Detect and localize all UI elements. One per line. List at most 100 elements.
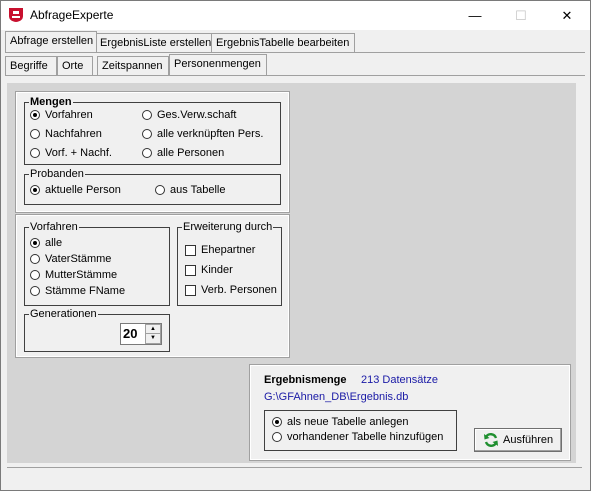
radio-label: Nachfahren <box>45 128 102 140</box>
checkbox-label: Kinder <box>201 264 233 276</box>
radio-indicator <box>272 432 282 442</box>
probanden-legend: Probanden <box>29 167 85 181</box>
mengen-group: Mengen Vorfahren Nachfahren Vorf. + Nach… <box>24 95 281 165</box>
tab-divider <box>5 52 585 53</box>
maximize-button[interactable]: ☐ <box>498 1 544 30</box>
tab-abfrage-erstellen[interactable]: Abfrage erstellen <box>5 31 97 52</box>
radio-indicator <box>30 185 40 195</box>
radio-alle-personen[interactable]: alle Personen <box>142 147 224 159</box>
radio-mutterstaemme[interactable]: MutterStämme <box>30 269 117 281</box>
title-bar: AbfrageExperte — ☐ ✕ <box>1 1 590 30</box>
radio-indicator <box>30 110 40 120</box>
radio-staemme-fname[interactable]: Stämme FName <box>30 285 125 297</box>
radio-label: alle <box>45 237 63 249</box>
radio-aus-tabelle[interactable]: aus Tabelle <box>155 184 225 196</box>
radio-label: VaterStämme <box>45 253 112 265</box>
generationen-value[interactable]: 20 <box>123 326 137 341</box>
radio-aktuelle-person[interactable]: aktuelle Person <box>30 184 121 196</box>
checkbox-label: Verb. Personen <box>201 284 277 296</box>
mengen-legend: Mengen <box>29 95 73 109</box>
erweiterung-legend: Erweiterung durch <box>182 220 274 234</box>
tab-label: ErgebnisListe erstellen <box>100 37 212 49</box>
ausfuehren-button[interactable]: Ausführen <box>474 428 562 452</box>
radio-indicator <box>30 270 40 280</box>
radio-indicator <box>155 185 165 195</box>
radio-label: Vorf. + Nachf. <box>45 147 112 159</box>
radio-indicator <box>30 148 40 158</box>
maximize-icon: ☐ <box>515 7 527 23</box>
radio-label: MutterStämme <box>45 269 118 281</box>
tab-orte[interactable]: Orte <box>57 56 93 75</box>
radio-indicator <box>142 148 152 158</box>
radio-label: aktuelle Person <box>45 184 121 196</box>
tab-label: Begriffe <box>10 60 48 72</box>
erweiterung-group: Erweiterung durch Ehepartner Kinder Verb… <box>177 220 282 306</box>
generationen-group: Generationen 20 ▲ ▼ <box>24 307 170 352</box>
radio-indicator <box>142 110 152 120</box>
radio-label: alle verknüpften Pers. <box>157 128 264 140</box>
checkbox-ehepartner[interactable]: Ehepartner <box>185 244 255 256</box>
radio-vorf-nachf[interactable]: Vorf. + Nachf. <box>30 147 112 159</box>
ergebnis-count: 213 Datensätze <box>361 374 439 386</box>
ergebnis-panel: Ergebnismenge 213 Datensätze G:\GFAhnen_… <box>249 364 571 461</box>
radio-nachfahren[interactable]: Nachfahren <box>30 128 102 140</box>
generationen-stepper[interactable]: 20 ▲ ▼ <box>120 323 162 345</box>
radio-label: Vorfahren <box>45 109 93 121</box>
tab-personenmengen[interactable]: Personenmengen <box>169 54 267 75</box>
radio-vorhandene-tabelle[interactable]: vorhandener Tabelle hinzufügen <box>272 431 443 443</box>
app-window: AbfrageExperte — ☐ ✕ Abfrage erstellen E… <box>0 0 591 491</box>
tab-label: Abfrage erstellen <box>10 35 94 47</box>
radio-indicator <box>30 286 40 296</box>
ausfuehren-label: Ausführen <box>503 434 554 446</box>
tab-ergebnisliste-erstellen[interactable]: ErgebnisListe erstellen <box>95 33 213 52</box>
tab-ergebnistabelle-bearbeiten[interactable]: ErgebnisTabelle bearbeiten <box>211 33 355 52</box>
chevron-down-icon: ▼ <box>150 335 156 341</box>
tab-begriffe[interactable]: Begriffe <box>5 56 57 75</box>
radio-label: Stämme FName <box>45 285 126 297</box>
checkbox-indicator <box>185 284 196 296</box>
minimize-button[interactable]: — <box>452 1 498 30</box>
window-title: AbfrageExperte <box>30 8 114 22</box>
radio-alle[interactable]: alle <box>30 237 62 249</box>
radio-ges-verw-schaft[interactable]: Ges.Verw.schaft <box>142 109 236 121</box>
radio-indicator <box>30 254 40 264</box>
vorfahren-legend: Vorfahren <box>29 220 79 234</box>
ergebnis-title: Ergebnismenge <box>264 374 347 386</box>
tab-label: Zeitspannen <box>102 60 163 72</box>
radio-alle-verknuepften[interactable]: alle verknüpften Pers. <box>142 128 263 140</box>
tab-label: Personenmengen <box>174 58 261 70</box>
radio-indicator <box>272 417 282 427</box>
close-button[interactable]: ✕ <box>544 1 590 30</box>
mengen-panel: Mengen Vorfahren Nachfahren Vorf. + Nach… <box>15 91 290 213</box>
main-tab-strip: Abfrage erstellen ErgebnisListe erstelle… <box>5 31 585 53</box>
ergebnis-options-group: als neue Tabelle anlegen vorhandener Tab… <box>264 410 457 451</box>
content-area: Mengen Vorfahren Nachfahren Vorf. + Nach… <box>7 83 576 463</box>
chevron-up-icon: ▲ <box>150 326 156 332</box>
red-badge-icon <box>9 8 23 22</box>
checkbox-indicator <box>185 244 196 256</box>
radio-label: aus Tabelle <box>170 184 226 196</box>
sub-tab-strip: Begriffe Orte Zeitspannen Personenmengen <box>5 54 585 76</box>
radio-vorfahren[interactable]: Vorfahren <box>30 109 93 121</box>
vorfahren-panel: Vorfahren alle VaterStämme MutterStämme … <box>15 214 290 358</box>
status-bar <box>7 467 582 484</box>
tab-label: ErgebnisTabelle bearbeiten <box>216 37 350 49</box>
refresh-icon <box>484 433 498 447</box>
radio-vaterstaemme[interactable]: VaterStämme <box>30 253 111 265</box>
checkbox-indicator <box>185 264 196 276</box>
subtab-divider <box>5 75 585 76</box>
radio-label: Ges.Verw.schaft <box>157 109 237 121</box>
tab-zeitspannen[interactable]: Zeitspannen <box>97 56 169 75</box>
spin-down-button[interactable]: ▼ <box>145 333 161 344</box>
radio-indicator <box>30 129 40 139</box>
radio-label: vorhandener Tabelle hinzufügen <box>287 431 444 443</box>
checkbox-verb-personen[interactable]: Verb. Personen <box>185 284 277 296</box>
radio-label: alle Personen <box>157 147 225 159</box>
checkbox-kinder[interactable]: Kinder <box>185 264 233 276</box>
probanden-group: Probanden aktuelle Person aus Tabelle <box>24 167 281 205</box>
radio-label: als neue Tabelle anlegen <box>287 416 409 428</box>
checkbox-label: Ehepartner <box>201 244 256 256</box>
radio-neue-tabelle[interactable]: als neue Tabelle anlegen <box>272 416 409 428</box>
tab-label: Orte <box>62 60 84 72</box>
close-icon: ✕ <box>561 7 573 23</box>
